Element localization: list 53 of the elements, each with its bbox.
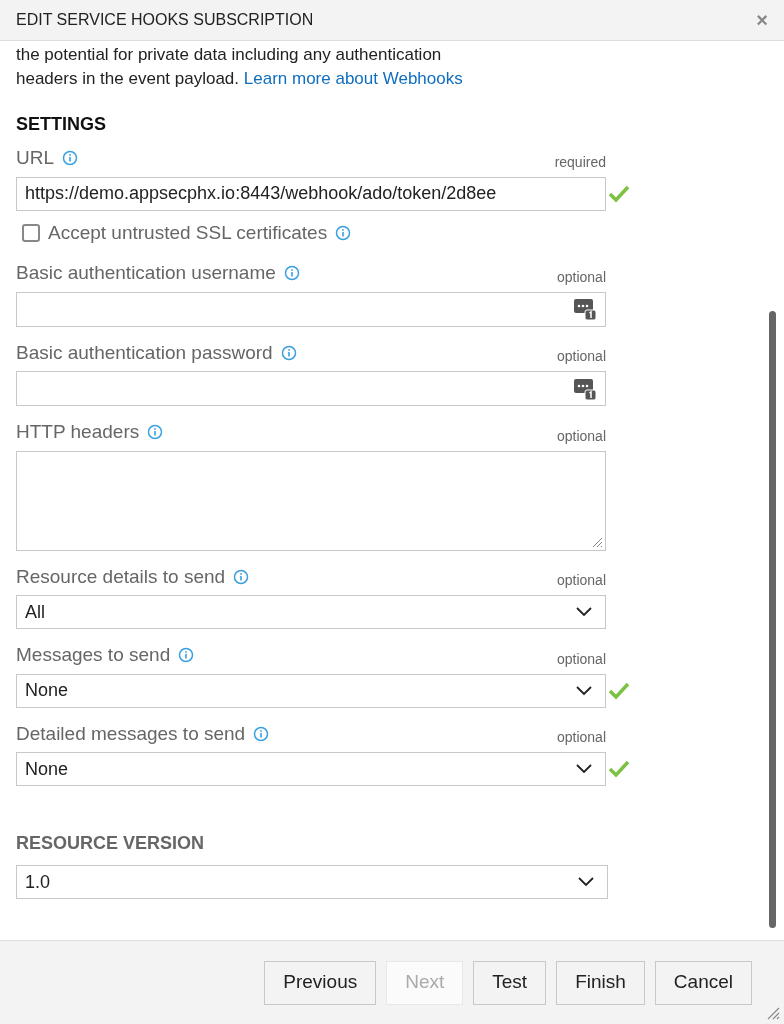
info-icon[interactable] bbox=[280, 344, 297, 361]
input-field[interactable] bbox=[16, 371, 606, 406]
dialog-title: EDIT SERVICE HOOKS SUBSCRIPTION bbox=[16, 10, 314, 30]
footer-button[interactable]: Cancel bbox=[654, 960, 752, 1005]
footer-button[interactable]: Previous bbox=[264, 960, 377, 1005]
text-area[interactable] bbox=[16, 450, 606, 551]
field-note: optional bbox=[556, 347, 606, 366]
field-note: optional bbox=[556, 426, 606, 446]
info-icon[interactable] bbox=[62, 150, 78, 167]
field-note: optional bbox=[556, 571, 606, 590]
info-icon[interactable] bbox=[147, 424, 164, 441]
field-label: Messages to send bbox=[16, 643, 171, 667]
chevron-down-icon bbox=[577, 876, 595, 888]
field-label: HTTP headers bbox=[16, 420, 140, 444]
field-note: optional bbox=[556, 728, 606, 747]
dropdown[interactable]: All bbox=[16, 595, 606, 629]
scrollbar-thumb[interactable] bbox=[768, 311, 776, 928]
footer-button[interactable]: Finish bbox=[556, 960, 645, 1005]
info-icon[interactable] bbox=[283, 265, 300, 282]
resource-version-heading: RESOURCE VERSION bbox=[16, 832, 206, 855]
check-icon bbox=[608, 184, 630, 203]
chevron-down-icon bbox=[575, 684, 593, 697]
field-label: Basic authentication password bbox=[16, 340, 273, 365]
field-label: Resource details to send bbox=[16, 564, 226, 589]
checkbox-label: Accept untrusted SSL certificates bbox=[48, 220, 328, 245]
version-dropdown[interactable]: 1.0 bbox=[16, 865, 608, 899]
chevron-down-icon bbox=[575, 763, 593, 775]
input-field[interactable] bbox=[16, 291, 606, 327]
chevron-down-icon bbox=[575, 606, 593, 618]
resize-handle-icon[interactable] bbox=[591, 535, 603, 548]
dropdown[interactable]: None bbox=[16, 752, 606, 786]
check-icon bbox=[608, 681, 630, 700]
field-label: URL bbox=[16, 146, 54, 170]
resize-grip-icon[interactable] bbox=[766, 1006, 780, 1020]
info-icon[interactable] bbox=[178, 647, 195, 664]
url-input-field[interactable]: https://demo.appsecphx.io:8443/webhook/ado/token/2d8ee bbox=[16, 176, 606, 211]
check-icon bbox=[608, 760, 630, 778]
field-note: optional bbox=[556, 649, 606, 669]
info-icon[interactable] bbox=[233, 568, 250, 585]
info-icon[interactable] bbox=[253, 725, 270, 742]
field-note: optional bbox=[556, 267, 606, 287]
checkbox[interactable] bbox=[22, 223, 40, 242]
password-manager-icon bbox=[573, 297, 597, 321]
password-manager-icon bbox=[573, 376, 597, 401]
field-label: Detailed messages to send bbox=[16, 721, 246, 746]
dropdown[interactable]: None bbox=[16, 673, 606, 708]
settings-heading: SETTINGS bbox=[16, 113, 107, 136]
intro-paragraph: the potential for private data including any authentication headers in the event payload. Learn more about Webhooks bbox=[16, 44, 464, 90]
field-label: Basic authentication username bbox=[16, 261, 276, 285]
field-note: required bbox=[554, 152, 606, 172]
learn-more-link[interactable]: Learn more about Webhooks bbox=[243, 69, 463, 88]
footer-button[interactable]: Test bbox=[473, 960, 547, 1005]
info-icon[interactable] bbox=[335, 224, 352, 241]
